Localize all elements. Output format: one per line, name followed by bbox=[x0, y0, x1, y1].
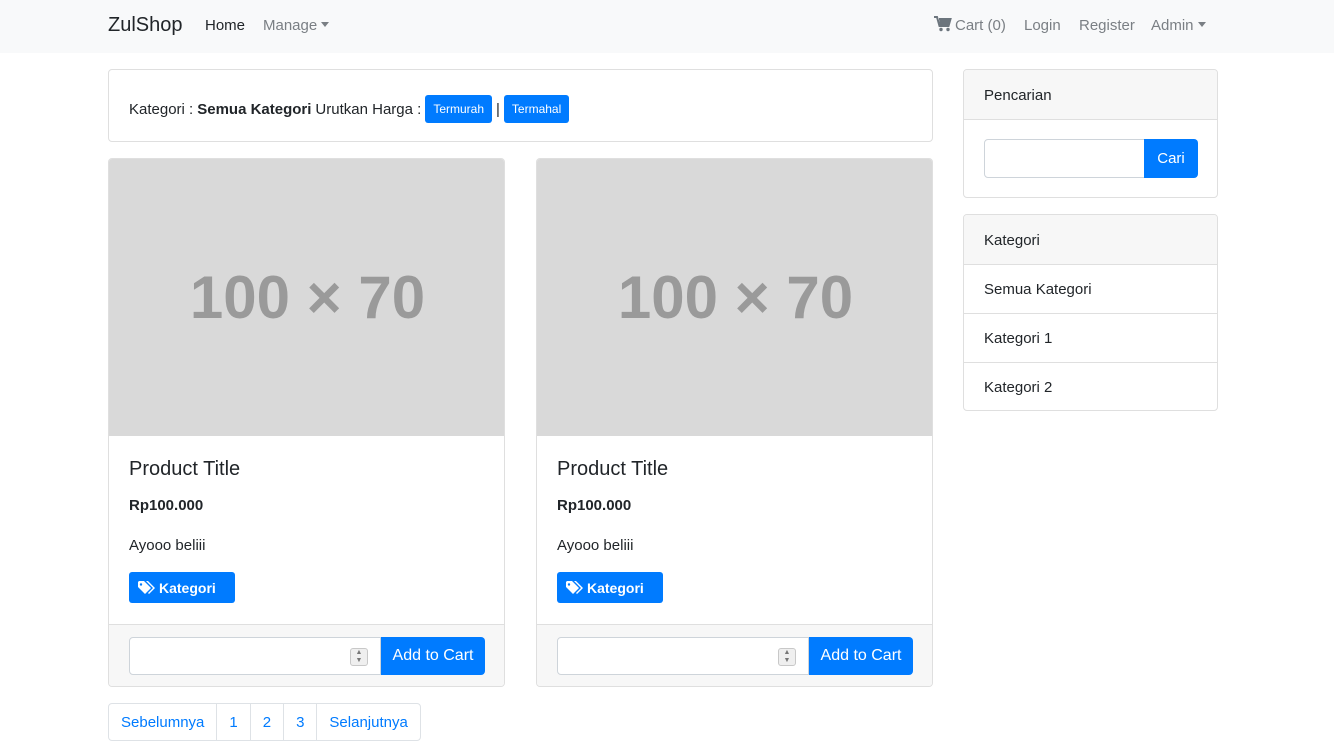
chevron-down-icon bbox=[321, 21, 330, 27]
pagination-page-3[interactable]: 3 bbox=[284, 704, 318, 740]
nav-admin-label: Admin bbox=[1151, 17, 1194, 34]
product-card: 100 × 70 Product Title Rp100.000 Ayooo b… bbox=[108, 158, 505, 687]
product-footer: ▲ ▼ Add to Cart bbox=[109, 624, 504, 686]
product-title[interactable]: Product Title bbox=[129, 458, 240, 481]
product-image-placeholder[interactable]: 100 × 70 bbox=[537, 159, 932, 436]
product-title[interactable]: Product Title bbox=[557, 458, 668, 481]
product-price: Rp100.000 bbox=[129, 497, 204, 514]
search-input[interactable] bbox=[984, 139, 1145, 178]
sort-label: Urutkan Harga : bbox=[315, 100, 422, 118]
quantity-stepper[interactable]: ▲ ▼ bbox=[129, 637, 381, 675]
category-badge[interactable]: Kategori bbox=[129, 572, 235, 603]
product-footer: ▲ ▼ Add to Cart bbox=[537, 624, 932, 686]
product-image-placeholder[interactable]: 100 × 70 bbox=[109, 159, 504, 436]
search-heading: Pencarian bbox=[964, 70, 1217, 120]
filter-row: Kategori : Semua Kategori Urutkan Harga … bbox=[129, 95, 570, 123]
chevron-down-icon bbox=[1197, 21, 1206, 27]
category-item-1[interactable]: Kategori 1 bbox=[964, 314, 1217, 363]
sort-expensive-button[interactable]: Termahal bbox=[503, 95, 570, 123]
kategori-value: Semua Kategori bbox=[197, 100, 312, 118]
pagination: Sebelumnya 1 2 3 Selanjutnya bbox=[108, 703, 421, 741]
category-badge[interactable]: Kategori bbox=[557, 572, 663, 603]
nav-home[interactable]: Home bbox=[205, 17, 245, 34]
category-item-all[interactable]: Semua Kategori bbox=[964, 265, 1217, 314]
brand-logo[interactable]: ZulShop bbox=[108, 14, 183, 37]
category-badge-label: Kategori bbox=[587, 579, 644, 596]
placeholder-text: 100 × 70 bbox=[189, 264, 426, 331]
quantity-stepper[interactable]: ▲ ▼ bbox=[557, 637, 809, 675]
navbar: ZulShop Home Manage Cart (0) Login Regis… bbox=[0, 0, 1334, 53]
pagination-next[interactable]: Selanjutnya bbox=[317, 704, 419, 740]
spinner-icon[interactable]: ▲ ▼ bbox=[350, 648, 368, 666]
pagination-prev[interactable]: Sebelumnya bbox=[109, 704, 218, 740]
filter-card: Kategori : Semua Kategori Urutkan Harga … bbox=[108, 69, 933, 142]
tags-icon bbox=[566, 580, 583, 594]
search-button[interactable]: Cari bbox=[1144, 139, 1198, 178]
add-to-cart-button[interactable]: Add to Cart bbox=[809, 637, 913, 675]
nav-login[interactable]: Login bbox=[1024, 17, 1061, 34]
sort-separator: | bbox=[496, 100, 500, 118]
search-card: Pencarian Cari bbox=[963, 69, 1218, 198]
nav-register[interactable]: Register bbox=[1079, 17, 1135, 34]
category-heading: Kategori bbox=[964, 215, 1217, 265]
cart-icon bbox=[934, 16, 952, 32]
category-badge-label: Kategori bbox=[159, 579, 216, 596]
nav-admin-dropdown[interactable]: Admin bbox=[1151, 17, 1206, 34]
sort-cheapest-button[interactable]: Termurah bbox=[425, 95, 492, 123]
kategori-label: Kategori : bbox=[129, 100, 194, 118]
category-card: Kategori Semua Kategori Kategori 1 Kateg… bbox=[963, 214, 1218, 411]
add-to-cart-button[interactable]: Add to Cart bbox=[381, 637, 485, 675]
tags-icon bbox=[138, 580, 155, 594]
product-description: Ayooo beliii bbox=[557, 537, 634, 554]
spinner-icon[interactable]: ▲ ▼ bbox=[778, 648, 796, 666]
product-description: Ayooo beliii bbox=[129, 537, 206, 554]
nav-manage-dropdown[interactable]: Manage bbox=[263, 17, 330, 34]
product-price: Rp100.000 bbox=[557, 497, 632, 514]
category-item-2[interactable]: Kategori 2 bbox=[964, 363, 1217, 410]
nav-manage-label: Manage bbox=[263, 17, 318, 34]
pagination-page-1[interactable]: 1 bbox=[217, 704, 251, 740]
nav-cart[interactable]: Cart (0) bbox=[934, 16, 1006, 34]
pagination-page-2[interactable]: 2 bbox=[251, 704, 285, 740]
placeholder-text: 100 × 70 bbox=[617, 264, 854, 331]
nav-cart-label: Cart (0) bbox=[955, 17, 1006, 34]
product-card: 100 × 70 Product Title Rp100.000 Ayooo b… bbox=[536, 158, 933, 687]
